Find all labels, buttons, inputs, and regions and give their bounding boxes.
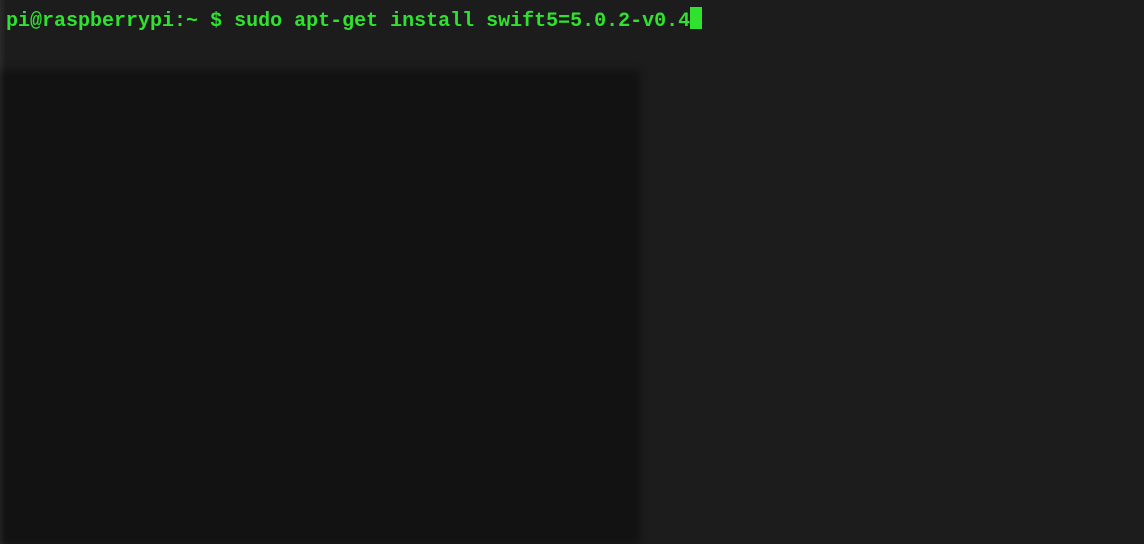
prompt-symbol: $ (198, 9, 234, 35)
prompt-cwd: ~ (186, 9, 198, 35)
prompt-separator: : (174, 9, 186, 35)
prompt-user-host: pi@raspberrypi (6, 9, 174, 35)
terminal[interactable]: pi@raspberrypi:~ $ sudo apt-get install … (0, 0, 1144, 39)
background-shadow (0, 70, 640, 544)
command-text: sudo apt-get install swift5=5.0.2-v0.4 (234, 9, 690, 35)
prompt-line[interactable]: pi@raspberrypi:~ $ sudo apt-get install … (6, 4, 1138, 35)
cursor-icon (690, 7, 702, 29)
